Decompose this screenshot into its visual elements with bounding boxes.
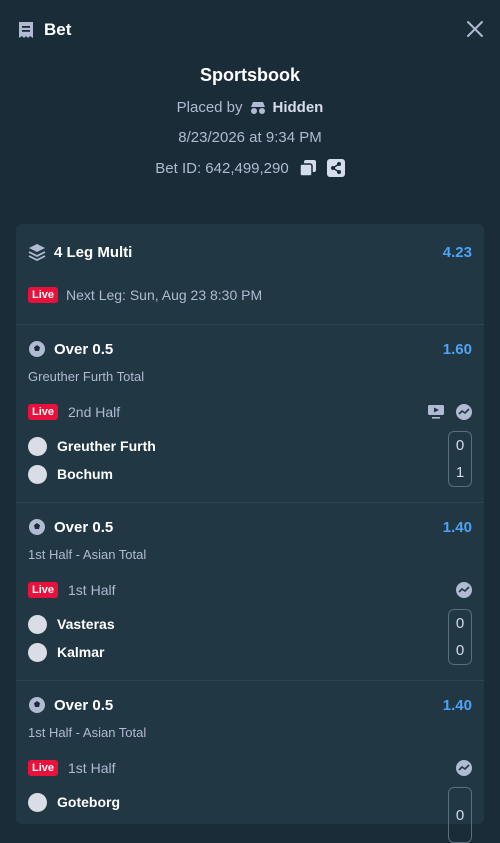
team-row: Kalmar <box>28 638 472 666</box>
placed-by-user: Hidden <box>272 99 324 116</box>
soccer-ball-icon <box>29 519 45 535</box>
leg-selection: Over 0.5 <box>54 518 114 536</box>
multi-odds: 4.23 <box>442 243 472 261</box>
stats-icon[interactable] <box>456 404 472 420</box>
team-name: Goteborg <box>57 794 120 810</box>
leg-selection: Over 0.5 <box>54 696 114 714</box>
book-name: Sportsbook <box>199 65 300 85</box>
copy-icon[interactable] <box>298 159 317 177</box>
scoreboard: 0 <box>448 787 472 843</box>
live-badge: Live <box>28 287 59 303</box>
leg-selection: Over 0.5 <box>54 340 114 358</box>
team-name: Kalmar <box>57 644 105 660</box>
bet-header: Bet <box>0 0 500 60</box>
live-stream-icon[interactable] <box>428 405 444 419</box>
leg-market: 1st Half - Asian Total <box>28 547 147 562</box>
leg-odds: 1.40 <box>442 518 472 536</box>
team-logo <box>28 614 47 634</box>
match-period: 1st Half <box>68 582 116 598</box>
layers-icon <box>28 244 46 261</box>
match-period: 1st Half <box>68 760 116 776</box>
stats-icon[interactable] <box>456 760 472 776</box>
team-row: Bochum <box>28 460 472 488</box>
close-icon[interactable] <box>466 20 484 38</box>
team-name: Greuther Furth <box>57 438 156 454</box>
team-score: 1 <box>455 464 465 481</box>
share-icon[interactable] <box>326 159 345 177</box>
team-logo <box>28 642 47 662</box>
team-logo <box>28 792 47 812</box>
leg-section: Over 0.5 1.60 Greuther Furth Total Live … <box>16 337 484 503</box>
team-row: Greuther Furth <box>28 432 472 460</box>
placed-by: Placed by Hidden <box>0 99 500 116</box>
team-logo <box>28 436 47 456</box>
leg-odds: 1.40 <box>442 696 472 714</box>
next-leg: Next Leg: Sun, Aug 23 8:30 PM <box>66 287 263 303</box>
bet-id: Bet ID: 642,499,290 <box>155 159 289 177</box>
leg-section: Over 0.5 1.40 1st Half - Asian Total Liv… <box>16 515 484 681</box>
soccer-ball-icon <box>29 697 45 713</box>
team-logo <box>28 464 47 484</box>
match-period: 2nd Half <box>68 404 121 420</box>
team-score: 0 <box>455 806 465 824</box>
bet-info: Sportsbook Placed by Hidden 8/23/2026 at… <box>0 65 500 177</box>
multi-name: 4 Leg Multi <box>54 243 133 261</box>
scoreboard: 0 0 <box>448 609 472 665</box>
team-name: Bochum <box>57 466 113 482</box>
multi-section: 4 Leg Multi 4.23 Live Next Leg: Sun, Aug… <box>16 224 484 325</box>
team-name: Vasteras <box>57 616 115 632</box>
live-badge: Live <box>28 760 59 776</box>
incognito-icon <box>250 101 265 114</box>
team-score: 0 <box>455 437 465 454</box>
stats-icon[interactable] <box>456 582 472 598</box>
leg-market: Greuther Furth Total <box>28 369 145 384</box>
live-badge: Live <box>28 404 59 420</box>
team-score: 0 <box>455 615 465 632</box>
bet-id-row: Bet ID: 642,499,290 <box>0 159 500 177</box>
bet-card: 4 Leg Multi 4.23 Live Next Leg: Sun, Aug… <box>16 224 484 843</box>
live-badge: Live <box>28 582 59 598</box>
scoreboard: 0 1 <box>448 431 472 487</box>
bet-datetime: 8/23/2026 at 9:34 PM <box>178 129 322 146</box>
leg-section: Over 0.5 1.40 1st Half - Asian Total Liv… <box>16 693 484 843</box>
receipt-icon <box>19 22 33 38</box>
team-score: 0 <box>455 642 465 659</box>
leg-odds: 1.60 <box>442 340 472 358</box>
team-row: Vasteras <box>28 610 472 638</box>
soccer-ball-icon <box>29 341 45 357</box>
leg-market: 1st Half - Asian Total <box>28 725 147 740</box>
placed-by-label: Placed by <box>176 99 243 116</box>
modal-title: Bet <box>44 20 72 39</box>
